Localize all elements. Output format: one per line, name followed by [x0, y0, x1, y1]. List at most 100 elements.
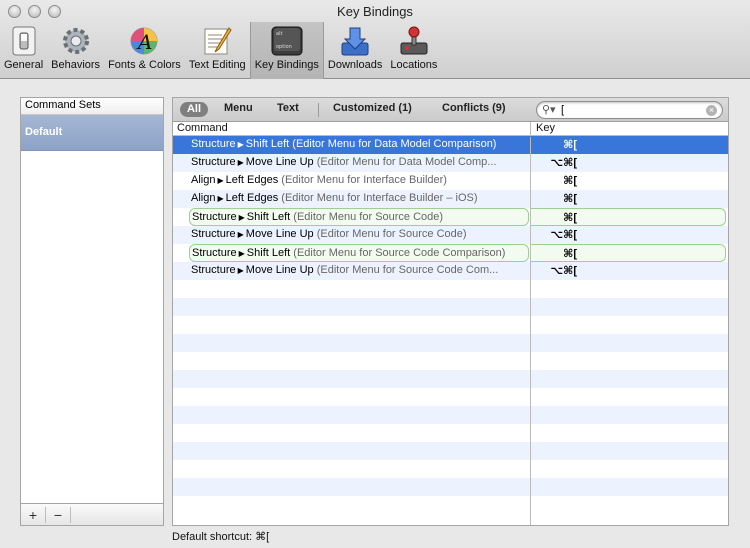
scope-text-button[interactable]: Text	[277, 102, 299, 114]
submenu-arrow-icon: ▶	[238, 249, 245, 258]
joystick-icon	[398, 25, 430, 57]
command-sets-footer: + −	[21, 503, 163, 525]
key-bottom-label: option	[276, 44, 292, 50]
command-context: (Editor Menu for Source Code Comparison)	[293, 247, 506, 259]
empty-table-row	[173, 496, 728, 514]
toolbar-key-bindings[interactable]: alt option Key Bindings	[249, 22, 324, 79]
command-name: Move Line Up	[245, 156, 314, 168]
column-header-command[interactable]: Command	[177, 122, 228, 134]
table-row[interactable]: Structure ▶ Move Line Up (Editor Menu for …	[173, 154, 728, 172]
toolbar-label: Downloads	[327, 59, 383, 71]
default-shortcut-status: Default shortcut: ⌘[	[172, 531, 270, 543]
command-group: Structure	[191, 228, 236, 240]
key-cell[interactable]: ⌥⌘[	[531, 262, 577, 280]
command-sets-panel: Command Sets Default + −	[20, 97, 164, 526]
command-group: Align	[191, 174, 216, 186]
submenu-arrow-icon: ▶	[237, 266, 244, 275]
toolbar-fonts-colors[interactable]: A Fonts & Colors	[104, 22, 185, 79]
toolbar-label: Fonts & Colors	[108, 59, 181, 71]
command-set-item[interactable]: Default	[21, 115, 163, 151]
command-cell: Align ▶ Left Edges (Editor Menu for Interf…	[189, 190, 529, 208]
toolbar-locations[interactable]: Locations	[386, 22, 441, 79]
table-row[interactable]: Structure ▶ Shift Left (Editor Menu for Da…	[173, 136, 728, 154]
command-name: Left Edges	[225, 174, 279, 186]
command-cell: Structure ▶ Shift Left (Editor Menu for Da…	[189, 136, 529, 154]
empty-table-row	[173, 352, 728, 370]
scope-menu-button[interactable]: Menu	[224, 102, 253, 114]
command-group: Structure	[191, 264, 236, 276]
search-field[interactable]: ⚲▾ [ ×	[536, 101, 723, 119]
submenu-arrow-icon: ▶	[217, 176, 224, 185]
command-group: Structure	[191, 156, 236, 168]
scope-all-button[interactable]: All	[180, 102, 208, 117]
search-input[interactable]: [	[561, 104, 564, 116]
command-group: Align	[191, 192, 216, 204]
empty-table-row	[173, 442, 728, 460]
command-cell: Structure ▶ Shift Left (Editor Menu for So…	[189, 244, 529, 262]
command-group: Structure	[192, 211, 237, 223]
column-header-key[interactable]: Key	[536, 122, 555, 134]
command-cell: Structure ▶ Shift Left (Editor Menu for So…	[189, 208, 529, 226]
command-name: Shift Left	[245, 138, 290, 150]
toolbar-label: Locations	[390, 59, 438, 71]
toolbar-downloads[interactable]: Downloads	[324, 22, 386, 79]
command-context: (Editor Menu for Source Code)	[316, 228, 467, 240]
submenu-arrow-icon: ▶	[238, 213, 245, 222]
empty-table-row	[173, 388, 728, 406]
keyboard-key-icon: alt option	[271, 25, 303, 57]
table-row[interactable]: Structure ▶ Shift Left (Editor Menu for So…	[173, 244, 728, 262]
empty-table-row	[173, 334, 728, 352]
command-name: Shift Left	[246, 211, 291, 223]
command-group: Structure	[192, 247, 237, 259]
command-group: Structure	[191, 138, 236, 150]
scope-separator	[318, 103, 319, 117]
key-cell[interactable]: ⌥⌘[	[531, 226, 577, 244]
table-row[interactable]: Structure ▶ Shift Left (Editor Menu for So…	[173, 208, 728, 226]
command-context: (Editor Menu for Interface Builder)	[281, 174, 447, 186]
add-command-set-button[interactable]: +	[21, 506, 46, 523]
title-toolbar: Key Bindings General Behaviors A Fonts &…	[0, 0, 750, 79]
table-row[interactable]: Align ▶ Left Edges (Editor Menu for Interf…	[173, 190, 728, 208]
table-row[interactable]: Structure ▶ Move Line Up (Editor Menu for …	[173, 226, 728, 244]
table-row[interactable]: Structure ▶ Move Line Up (Editor Menu for …	[173, 262, 728, 280]
scope-conflicts-button[interactable]: Conflicts (9)	[442, 102, 506, 114]
key-cell[interactable]: ⌘[	[530, 208, 726, 226]
key-cell[interactable]: ⌘[	[531, 136, 577, 154]
svg-text:A: A	[136, 30, 152, 54]
key-cell[interactable]: ⌘[	[531, 172, 577, 190]
toolbar-label: Key Bindings	[254, 59, 319, 71]
submenu-arrow-icon: ▶	[237, 140, 244, 149]
empty-table-row	[173, 280, 728, 298]
toolbar-label: Text Editing	[188, 59, 246, 71]
bindings-table-body: Structure ▶ Shift Left (Editor Menu for Da…	[173, 136, 728, 514]
toolbar-text-editing[interactable]: Text Editing	[185, 22, 250, 79]
empty-table-row	[173, 316, 728, 334]
command-context: (Editor Menu for Interface Builder – iOS…	[281, 192, 478, 204]
key-cell[interactable]: ⌥⌘[	[531, 154, 577, 172]
toolbar-general[interactable]: General	[0, 22, 47, 79]
command-context: (Editor Menu for Source Code Com...	[316, 264, 499, 276]
search-icon[interactable]: ⚲▾	[542, 103, 556, 116]
key-bindings-panel: All Menu Text Customized (1) Conflicts (…	[172, 97, 729, 526]
command-context: (Editor Menu for Data Model Comparison)	[292, 138, 497, 150]
remove-command-set-button[interactable]: −	[46, 506, 71, 523]
column-divider	[530, 137, 531, 525]
scope-customized-button[interactable]: Customized (1)	[333, 102, 412, 114]
fonts-colors-icon: A	[128, 25, 160, 57]
text-editing-icon	[201, 25, 233, 57]
command-cell: Structure ▶ Move Line Up (Editor Menu for …	[189, 262, 529, 280]
empty-table-row	[173, 298, 728, 316]
empty-table-row	[173, 406, 728, 424]
key-cell[interactable]: ⌘[	[530, 244, 726, 262]
command-cell: Align ▶ Left Edges (Editor Menu for Interf…	[189, 172, 529, 190]
clear-search-icon[interactable]: ×	[706, 105, 717, 116]
general-switch-icon	[8, 25, 40, 57]
submenu-arrow-icon: ▶	[217, 194, 224, 203]
table-row[interactable]: Align ▶ Left Edges (Editor Menu for Interf…	[173, 172, 728, 190]
command-cell: Structure ▶ Move Line Up (Editor Menu for …	[189, 154, 529, 172]
key-cell[interactable]: ⌘[	[531, 190, 577, 208]
toolbar-behaviors[interactable]: Behaviors	[47, 22, 104, 79]
preferences-toolbar: General Behaviors A Fonts & Colors Text …	[0, 22, 441, 79]
command-name: Left Edges	[225, 192, 279, 204]
empty-table-row	[173, 424, 728, 442]
